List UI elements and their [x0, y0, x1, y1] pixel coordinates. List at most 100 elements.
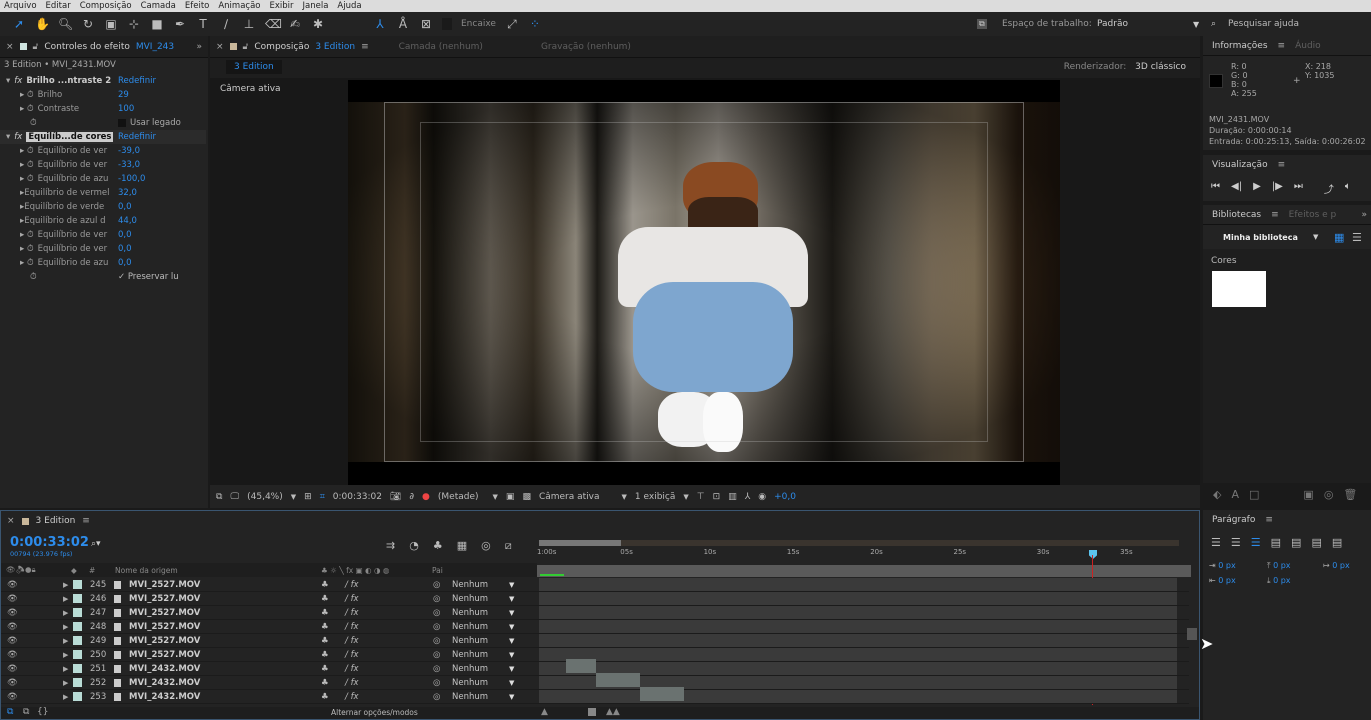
pick-whip-icon[interactable]: ◎: [433, 692, 440, 702]
param-value[interactable]: 0,0: [118, 230, 132, 240]
timecode[interactable]: 0:00:33:02: [10, 535, 89, 550]
panel-menu-icon[interactable]: ≡: [361, 42, 369, 52]
camera-tool-icon[interactable]: ▣: [104, 17, 118, 31]
monitor-icon[interactable]: 🖵︎: [230, 492, 239, 502]
justify-right-icon[interactable]: ▤: [1311, 536, 1321, 549]
composition-viewer[interactable]: Câmera ativa: [210, 78, 1200, 485]
workspace-select[interactable]: Padrão: [1097, 19, 1128, 29]
add-text-icon[interactable]: A: [1231, 488, 1239, 501]
layer-track[interactable]: [539, 578, 1177, 591]
magnification-select[interactable]: (45,4%): [247, 492, 283, 502]
space-after-value[interactable]: 0 px: [1273, 576, 1290, 585]
parent-dropdown-icon[interactable]: ▼: [509, 651, 514, 659]
exposure-reset-icon[interactable]: ◉: [758, 492, 766, 502]
menu-composicao[interactable]: Composição: [80, 1, 132, 11]
layer-row[interactable]: 👁︎ ▶ 248 MVI_2527.MOV ♣ / fx ◎ Nenhum ▼: [1, 620, 1189, 634]
parent-dropdown-icon[interactable]: ▼: [509, 595, 514, 603]
param-value[interactable]: 29: [118, 90, 129, 100]
channel-icon[interactable]: ●: [422, 492, 430, 502]
world-axis-icon[interactable]: Å: [396, 17, 410, 31]
fast-preview-icon[interactable]: ⊡: [713, 492, 721, 502]
reset-link[interactable]: Redefinir: [118, 132, 156, 142]
add-element-icon[interactable]: ⬖: [1213, 488, 1221, 501]
layer-track[interactable]: [539, 648, 1177, 661]
tab-libraries[interactable]: Bibliotecas: [1212, 210, 1261, 220]
pick-whip-icon[interactable]: ◎: [433, 650, 440, 660]
visibility-eye-icon[interactable]: 👁︎: [7, 692, 18, 702]
tab-footage[interactable]: Gravação (nenhum): [541, 42, 631, 52]
visibility-eye-icon[interactable]: 👁︎: [7, 664, 18, 674]
parent-select[interactable]: Nenhum: [452, 650, 488, 660]
graph-editor-icon[interactable]: ⧄: [505, 539, 512, 553]
layer-row[interactable]: 👁︎ ▶ 252 MVI_2432.MOV ♣ / fx ◎ Nenhum ▼: [1, 676, 1189, 690]
layer-track[interactable]: [539, 592, 1177, 605]
parent-dropdown-icon[interactable]: ▼: [509, 609, 514, 617]
layer-name[interactable]: MVI_2527.MOV: [129, 608, 200, 618]
layer-name[interactable]: MVI_2527.MOV: [129, 650, 200, 660]
parent-select[interactable]: Nenhum: [452, 622, 488, 632]
visibility-eye-icon[interactable]: 👁︎: [7, 608, 18, 618]
pan-behind-tool-icon[interactable]: ⊹: [127, 17, 141, 31]
transparency-grid-icon[interactable]: ▩: [522, 492, 531, 502]
tab-audio[interactable]: Áudio: [1295, 41, 1321, 51]
label-color-swatch[interactable]: [73, 664, 82, 673]
align-right-icon[interactable]: ☰: [1251, 536, 1261, 549]
zoom-in-icon[interactable]: ▲▲: [606, 707, 620, 717]
param-value[interactable]: 0,0: [118, 202, 132, 212]
close-icon[interactable]: ×: [7, 516, 15, 526]
play-icon[interactable]: ▶: [1253, 181, 1261, 196]
layer-switches-icon[interactable]: ⧉: [7, 707, 13, 717]
trash-icon[interactable]: 🗑︎: [1343, 488, 1357, 501]
expand-arrow-icon[interactable]: ▶: [63, 693, 68, 701]
composition-mini-flowchart-icon[interactable]: ⇉: [386, 539, 395, 553]
resolution-select[interactable]: (Metade): [438, 492, 479, 502]
list-view-icon[interactable]: ☰: [1352, 231, 1362, 244]
roto-brush-tool-icon[interactable]: ✍: [288, 17, 302, 31]
flowchart-icon[interactable]: ⅄: [745, 492, 751, 502]
param-value[interactable]: 0,0: [118, 244, 132, 254]
justify-center-icon[interactable]: ▤: [1291, 536, 1301, 549]
parent-select[interactable]: Nenhum: [452, 678, 488, 688]
parent-dropdown-icon[interactable]: ▼: [509, 693, 514, 701]
tab-effects-presets[interactable]: Efeitos e p: [1289, 210, 1337, 220]
fx-switch-icon[interactable]: / fx: [345, 622, 359, 632]
playhead-handle[interactable]: [1089, 550, 1097, 559]
camera-view-select[interactable]: Câmera ativa: [539, 492, 600, 502]
workspace-dropdown-icon[interactable]: ▼: [1193, 20, 1199, 29]
layer-row[interactable]: 👁︎ ▶ 246 MVI_2527.MOV ♣ / fx ◎ Nenhum ▼: [1, 592, 1189, 606]
menu-arquivo[interactable]: Arquivo: [4, 1, 37, 11]
visibility-eye-icon[interactable]: 👁︎: [7, 650, 18, 660]
zoom-slider[interactable]: [588, 708, 596, 716]
layer-name[interactable]: MVI_2432.MOV: [129, 678, 200, 688]
toggle-pixel-icon[interactable]: ⊤: [697, 492, 705, 502]
pick-whip-icon[interactable]: ◎: [433, 622, 440, 632]
close-icon[interactable]: ×: [216, 42, 224, 52]
rotate-tool-icon[interactable]: ↻: [81, 17, 95, 31]
renderer[interactable]: Renderizador: 3D clássico: [1064, 62, 1186, 72]
parent-select[interactable]: Nenhum: [452, 580, 488, 590]
indent-right-value[interactable]: 0 px: [1218, 576, 1235, 585]
layer-name[interactable]: MVI_2432.MOV: [129, 664, 200, 674]
menu-exibir[interactable]: Exibir: [270, 1, 294, 11]
col-source-name[interactable]: Nome da origem: [115, 566, 178, 575]
fx-switch-icon[interactable]: / fx: [345, 608, 359, 618]
panel-menu-icon[interactable]: ≡: [82, 516, 90, 526]
fx-switch-icon[interactable]: / fx: [345, 636, 359, 646]
pick-whip-icon[interactable]: ◎: [433, 594, 440, 604]
effect-color-balance[interactable]: ▾ fx Equilíb...de cores Redefinir: [0, 130, 206, 144]
shy-switch-icon[interactable]: ♣: [321, 650, 329, 660]
grid-icon[interactable]: ⊞: [304, 492, 312, 502]
pen-tool-icon[interactable]: ✒: [173, 17, 187, 31]
shy-switch-icon[interactable]: ♣: [321, 678, 329, 688]
region-of-interest-icon[interactable]: ▣: [506, 492, 515, 502]
shy-switch-icon[interactable]: ♣: [321, 622, 329, 632]
frame-blending-icon[interactable]: ▦: [457, 539, 467, 553]
parent-select[interactable]: Nenhum: [452, 594, 488, 604]
fx-switch-icon[interactable]: / fx: [345, 580, 359, 590]
expand-arrow-icon[interactable]: ▶: [63, 665, 68, 673]
pick-whip-icon[interactable]: ◎: [433, 636, 440, 646]
menu-efeito[interactable]: Efeito: [185, 1, 210, 11]
pick-whip-icon[interactable]: ◎: [433, 608, 440, 618]
shy-switch-icon[interactable]: ♣: [321, 608, 329, 618]
justify-all-icon[interactable]: ▤: [1332, 536, 1342, 549]
